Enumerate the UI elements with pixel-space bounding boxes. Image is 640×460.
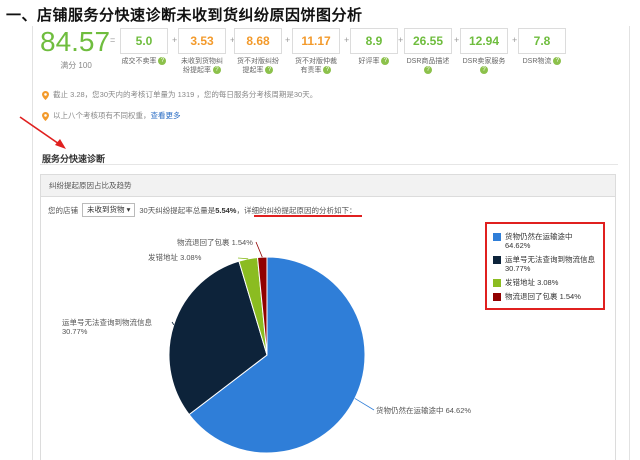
legend-item[interactable]: 货物仍然在运输途中 64.62%	[493, 232, 597, 250]
pie-label-slice-2: 发错地址 3.08%	[148, 253, 202, 262]
pie-connector-2	[237, 257, 249, 260]
pie-label-slice-3: 物流退回了包裹 1.54%	[177, 238, 253, 247]
pie-connector-3	[255, 241, 263, 258]
legend-item[interactable]: 运单号无法查询到物流信息 30.77%	[493, 255, 597, 273]
legend-swatch	[493, 232, 501, 241]
chart-legend: 货物仍然在运输途中 64.62% 运单号无法查询到物流信息 30.77% 发错地址…	[485, 222, 605, 310]
pie-connector-1	[171, 321, 175, 325]
legend-swatch	[493, 255, 501, 264]
legend-swatch	[493, 292, 501, 301]
legend-item[interactable]: 发错地址 3.08%	[493, 278, 597, 287]
pie-label-slice-0: 货物仍然在运输途中 64.62%	[376, 406, 472, 415]
legend-item[interactable]: 物流退回了包裹 1.54%	[493, 292, 597, 301]
pie-connector-0	[354, 398, 375, 411]
legend-swatch	[493, 278, 501, 287]
pie-label-slice-1: 运单号无法查询到物流信息 30.77%	[62, 318, 152, 336]
